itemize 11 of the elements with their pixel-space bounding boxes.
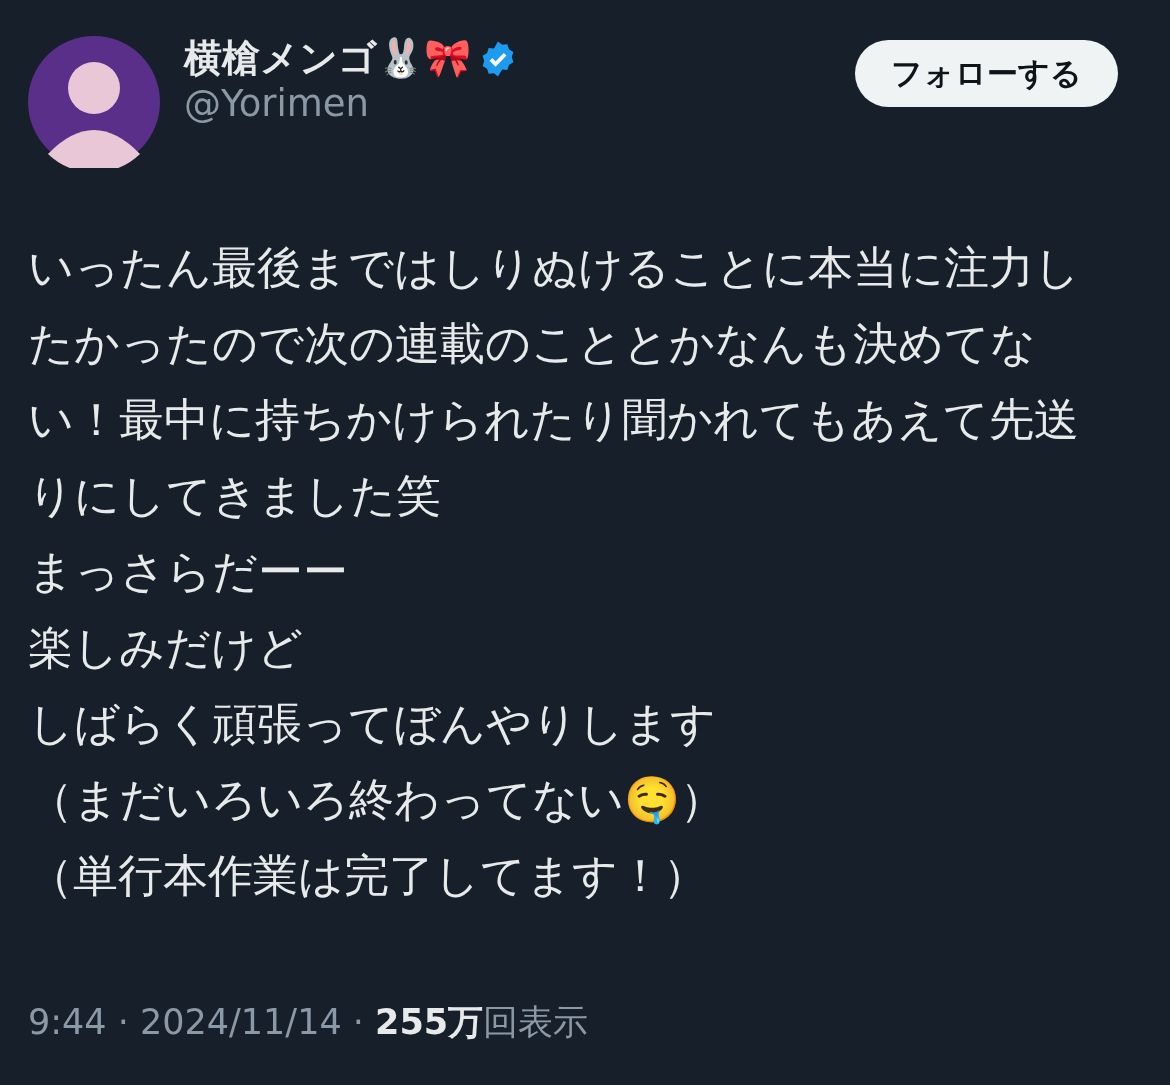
post-text: （まだいろいろ終わってない🤤）	[28, 772, 726, 828]
avatar-icon[interactable]	[28, 36, 160, 168]
post-text: いったん最後まではしりぬけることに本当に注力したかったので次の連載のこととかなんも決めてない！最中に持ちかけられたり聞かれてもあえて先送りにしてきました笑	[28, 240, 1081, 524]
author-handle[interactable]: @Yorimen	[184, 81, 855, 126]
post-text: （単行本作業は完了してます！）	[28, 848, 709, 904]
post-text: 楽しみだけど	[28, 620, 304, 676]
author-name[interactable]: 横槍メンゴ🐰🎀	[184, 36, 471, 82]
post-text: しばらく頑張ってぼんやりします	[28, 696, 717, 752]
post-text: まっさらだーー	[28, 544, 349, 600]
follow-button[interactable]: フォローする	[855, 40, 1118, 107]
post-meta: 9:44 · 2024/11/14 · 255万回表示	[28, 1001, 590, 1044]
